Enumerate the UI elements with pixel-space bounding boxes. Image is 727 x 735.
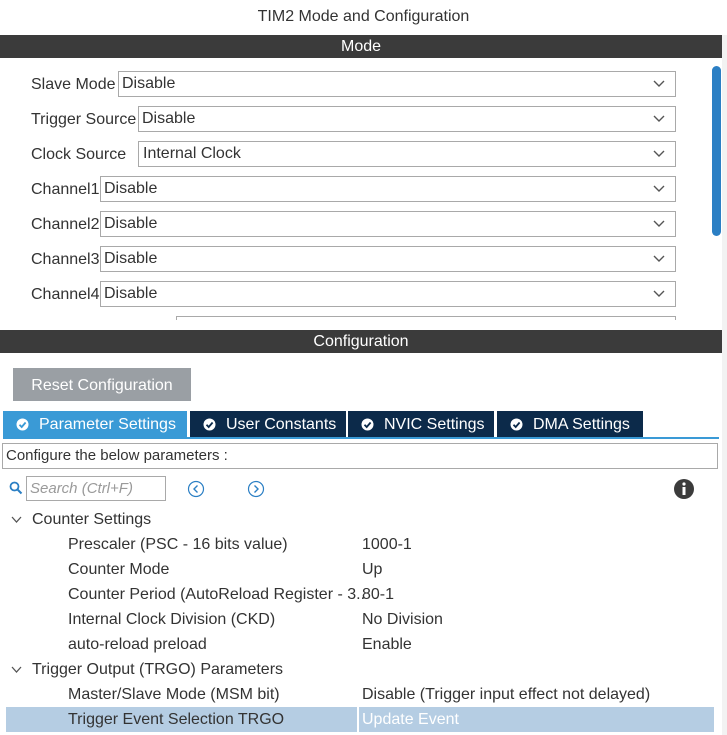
check-circle-icon bbox=[203, 418, 216, 431]
group-counter-settings[interactable]: Counter Settings bbox=[6, 507, 714, 532]
trigger-source-row: Trigger Source Disable bbox=[0, 106, 700, 134]
channel3-select[interactable]: Disable bbox=[100, 246, 676, 272]
slave-mode-label: Slave Mode bbox=[31, 76, 116, 93]
param-value: 1000-1 bbox=[362, 536, 412, 553]
channel2-row: Channel2 Disable bbox=[0, 211, 700, 239]
tab-label: NVIC Settings bbox=[384, 416, 485, 433]
parameters-description: Configure the below parameters : bbox=[2, 443, 718, 469]
chevron-down-icon bbox=[653, 255, 665, 262]
reset-configuration-button[interactable]: Reset Configuration bbox=[13, 368, 191, 401]
param-name: Counter Period (AutoReload Register - 3.… bbox=[68, 586, 366, 603]
chevron-left-circle-icon[interactable] bbox=[187, 480, 205, 498]
param-row[interactable]: Prescaler (PSC - 16 bits value) 1000-1 bbox=[6, 532, 714, 557]
param-row[interactable]: Internal Clock Division (CKD) No Divisio… bbox=[6, 607, 714, 632]
chevron-down-icon bbox=[653, 115, 665, 122]
channel3-row: Channel3 Disable bbox=[0, 246, 700, 274]
group-trigger-output[interactable]: Trigger Output (TRGO) Parameters bbox=[6, 657, 714, 682]
param-name: Prescaler (PSC - 16 bits value) bbox=[68, 536, 288, 553]
channel2-value: Disable bbox=[104, 215, 158, 232]
search-input[interactable] bbox=[26, 476, 166, 501]
param-name: Trigger Event Selection TRGO bbox=[68, 711, 285, 728]
config-tabs: Parameter Settings User Constants NVIC S… bbox=[3, 411, 719, 439]
partial-select[interactable] bbox=[176, 316, 676, 320]
trigger-source-value: Disable bbox=[142, 110, 196, 127]
chevron-right-circle-icon[interactable] bbox=[247, 480, 265, 498]
channel1-value: Disable bbox=[104, 180, 158, 197]
tab-user-constants[interactable]: User Constants bbox=[190, 411, 346, 438]
clock-source-label: Clock Source bbox=[31, 146, 127, 163]
channel4-select[interactable]: Disable bbox=[100, 281, 676, 307]
caret-down-icon bbox=[11, 516, 22, 523]
param-name: auto-reload preload bbox=[68, 636, 207, 653]
param-row[interactable]: auto-reload preload Enable bbox=[6, 632, 714, 657]
tab-label: DMA Settings bbox=[533, 416, 630, 433]
check-circle-icon bbox=[16, 418, 29, 431]
chevron-down-icon bbox=[653, 150, 665, 157]
channel4-label: Channel4 bbox=[31, 286, 100, 303]
slave-mode-value: Disable bbox=[122, 75, 176, 92]
tab-label: Parameter Settings bbox=[39, 416, 176, 433]
column-separator bbox=[357, 707, 359, 732]
param-value: No Division bbox=[362, 611, 443, 628]
tab-dma-settings[interactable]: DMA Settings bbox=[497, 411, 643, 438]
tab-label: User Constants bbox=[226, 416, 337, 433]
param-row[interactable]: Master/Slave Mode (MSM bit) Disable (Tri… bbox=[6, 682, 714, 707]
group-label: Trigger Output (TRGO) Parameters bbox=[32, 661, 284, 678]
next-row-partial bbox=[0, 316, 700, 320]
channel1-select[interactable]: Disable bbox=[100, 176, 676, 202]
param-row[interactable]: Counter Mode Up bbox=[6, 557, 714, 582]
param-name: Master/Slave Mode (MSM bit) bbox=[68, 686, 280, 703]
mode-scrollbar[interactable] bbox=[712, 66, 721, 236]
param-value: Disable (Trigger input effect not delaye… bbox=[362, 686, 651, 703]
configuration-header: Configuration bbox=[0, 330, 722, 353]
param-row-selected[interactable]: Trigger Event Selection TRGO Update Even… bbox=[6, 707, 714, 732]
chevron-down-icon bbox=[653, 220, 665, 227]
slave-mode-row: Slave Mode Disable bbox=[0, 71, 700, 99]
tabs-underline bbox=[3, 437, 719, 439]
channel4-row: Channel4 Disable bbox=[0, 281, 700, 309]
trigger-source-select[interactable]: Disable bbox=[138, 106, 676, 132]
chevron-down-icon bbox=[653, 80, 665, 87]
slave-mode-select[interactable]: Disable bbox=[118, 71, 676, 97]
chevron-down-icon bbox=[653, 290, 665, 297]
channel2-select[interactable]: Disable bbox=[100, 211, 676, 237]
trigger-source-label: Trigger Source bbox=[31, 111, 137, 128]
param-name: Internal Clock Division (CKD) bbox=[68, 611, 276, 628]
channel4-value: Disable bbox=[104, 285, 158, 302]
search-icon bbox=[9, 481, 23, 495]
channel3-label: Channel3 bbox=[31, 251, 100, 268]
mode-header: Mode bbox=[0, 35, 722, 58]
mode-panel: Slave Mode Disable Trigger Source Disabl… bbox=[0, 58, 722, 320]
info-icon[interactable] bbox=[673, 478, 695, 500]
check-circle-icon bbox=[361, 418, 374, 431]
window-edge bbox=[722, 35, 727, 735]
tab-nvic-settings[interactable]: NVIC Settings bbox=[348, 411, 494, 438]
param-value: 80-1 bbox=[362, 586, 395, 603]
channel1-label: Channel1 bbox=[31, 181, 100, 198]
param-value: Update Event bbox=[362, 711, 459, 728]
clock-source-row: Clock Source Internal Clock bbox=[0, 141, 700, 169]
check-circle-icon bbox=[510, 418, 523, 431]
param-row[interactable]: Counter Period (AutoReload Register - 3.… bbox=[6, 582, 714, 607]
param-name: Counter Mode bbox=[68, 561, 170, 578]
channel2-label: Channel2 bbox=[31, 216, 100, 233]
chevron-down-icon bbox=[653, 185, 665, 192]
param-value: Enable bbox=[362, 636, 412, 653]
window-title: TIM2 Mode and Configuration bbox=[257, 8, 470, 25]
channel3-value: Disable bbox=[104, 250, 158, 267]
tab-parameter-settings[interactable]: Parameter Settings bbox=[3, 411, 187, 438]
channel1-row: Channel1 Disable bbox=[0, 176, 700, 204]
caret-down-icon bbox=[11, 666, 22, 673]
group-label: Counter Settings bbox=[32, 511, 152, 528]
clock-source-value: Internal Clock bbox=[143, 145, 241, 162]
clock-source-select[interactable]: Internal Clock bbox=[138, 141, 676, 167]
param-value: Up bbox=[362, 561, 383, 578]
